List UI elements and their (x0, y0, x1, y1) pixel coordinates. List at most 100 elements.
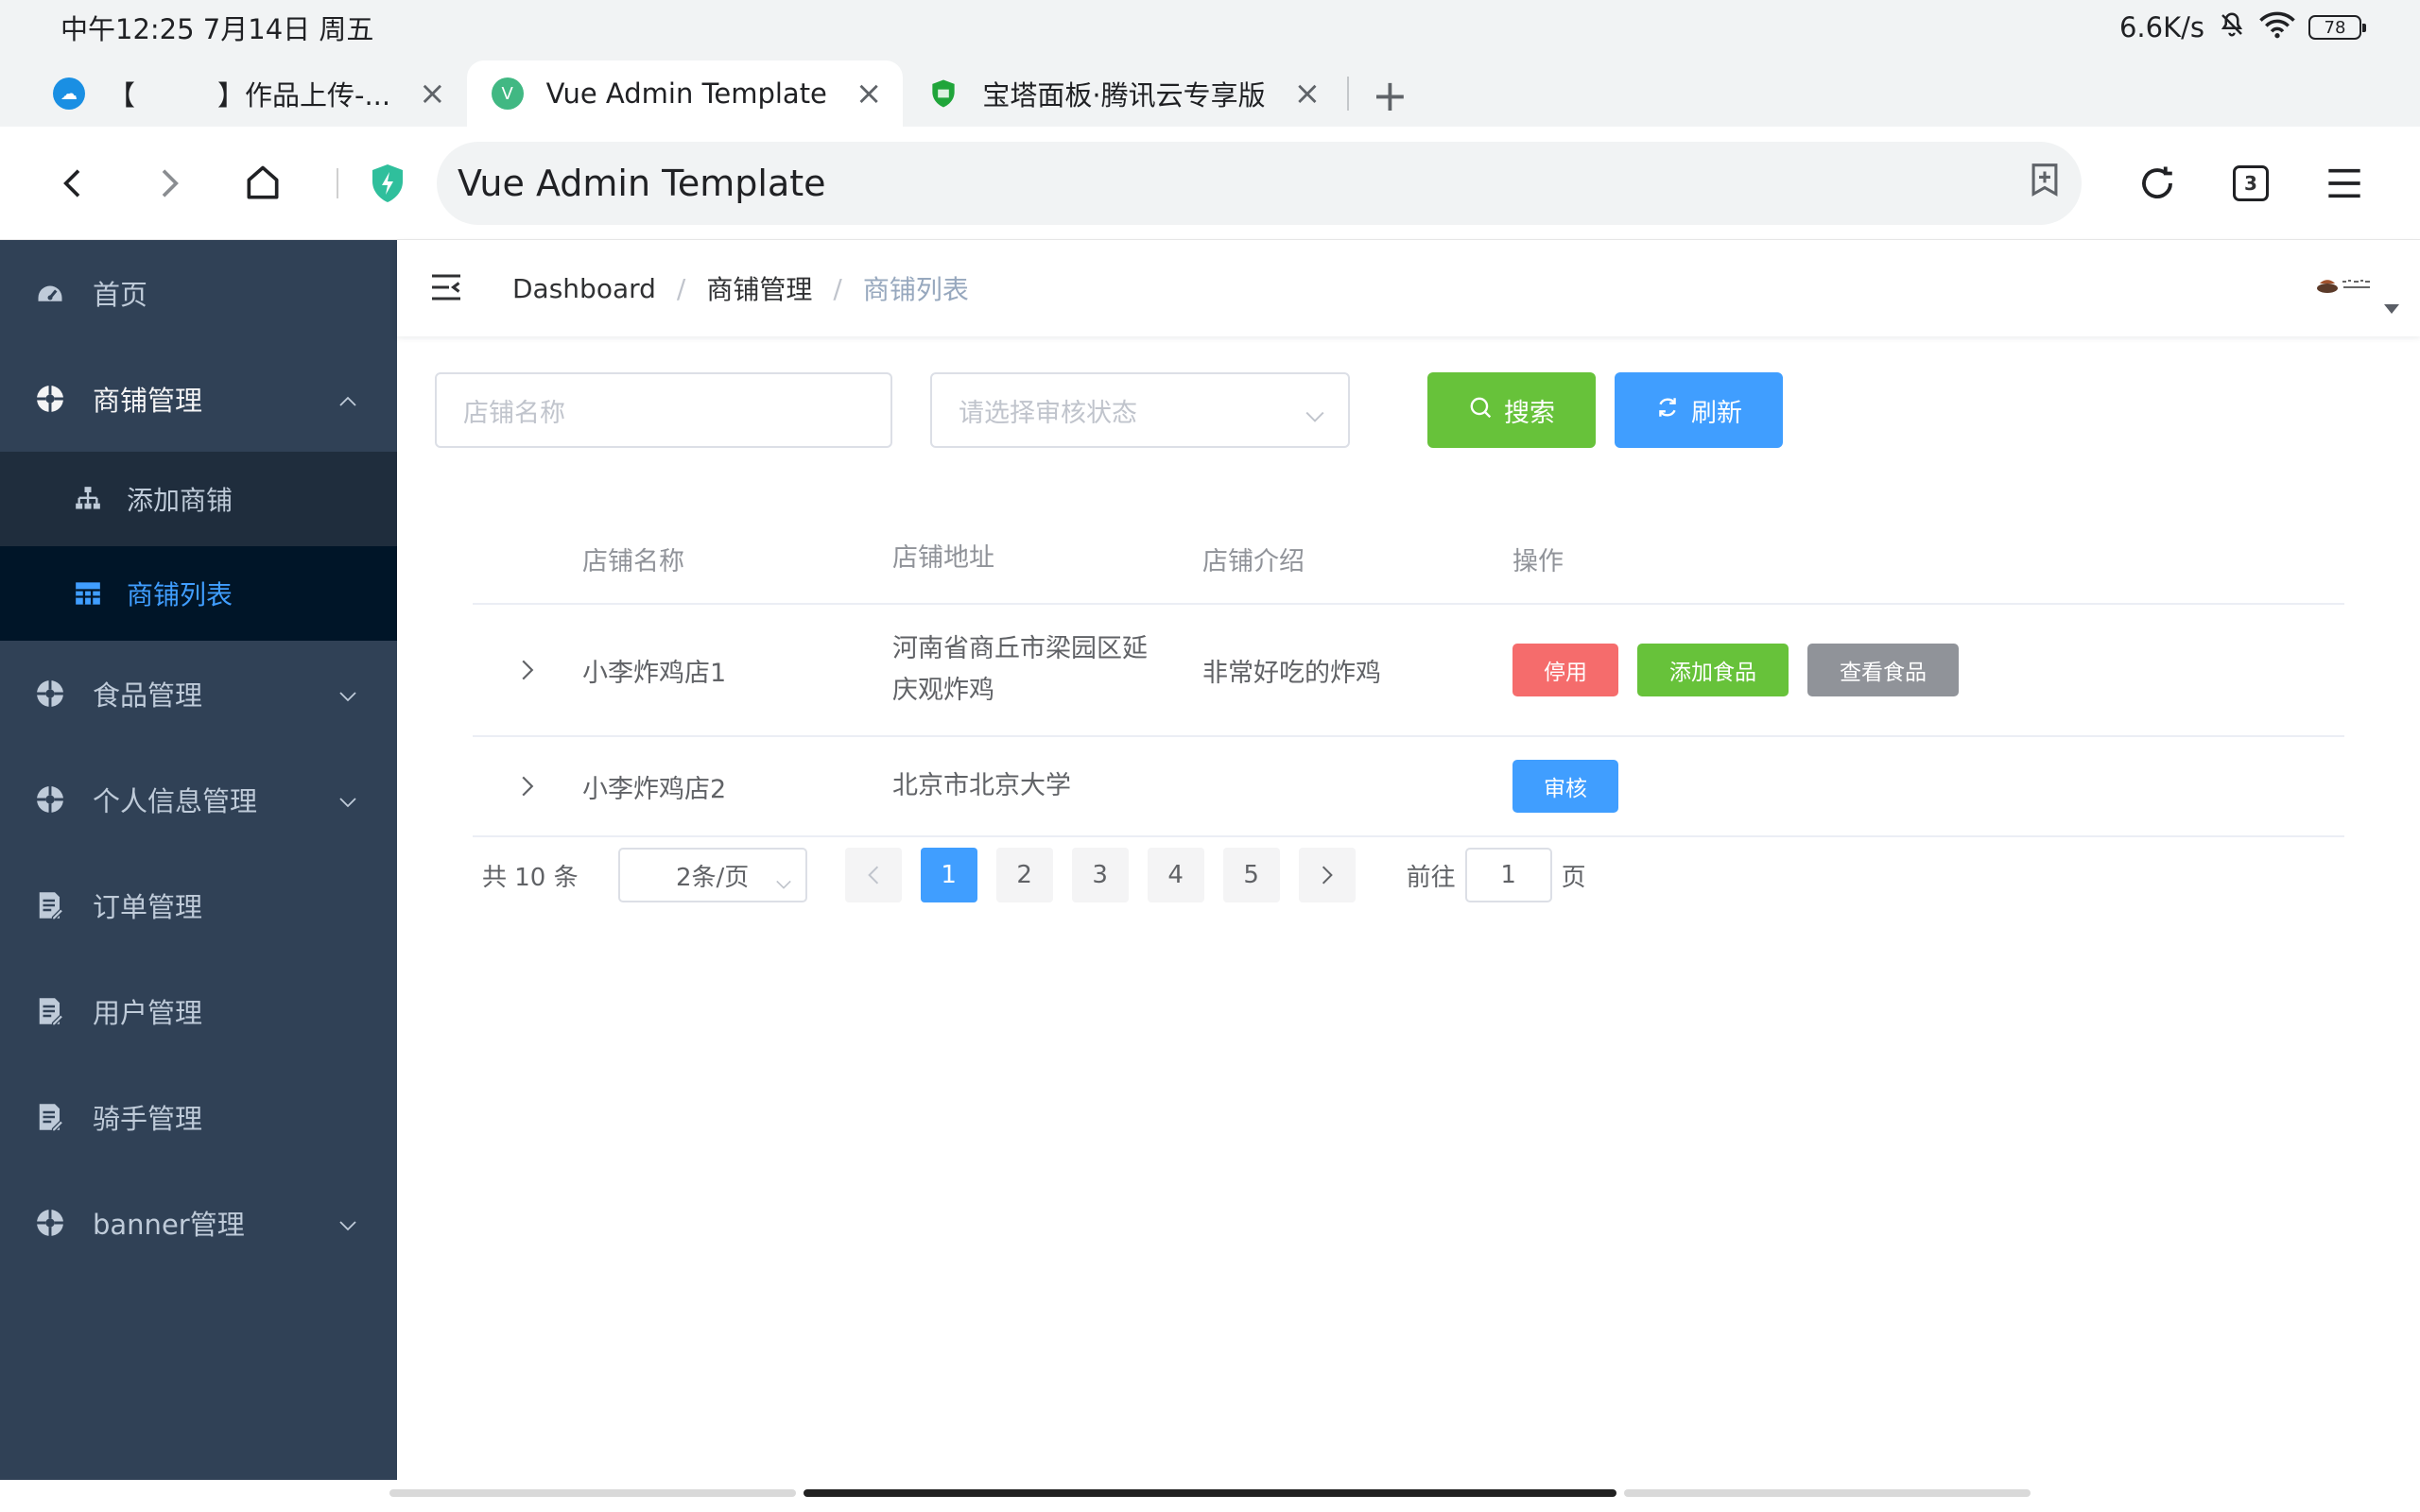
page-number[interactable]: 3 (1071, 848, 1129, 902)
breadcrumb: Dashboard / 商铺管理 / 商铺列表 (512, 269, 969, 307)
page-number[interactable]: 1 (920, 848, 977, 902)
menu-icon[interactable] (2322, 161, 2367, 206)
sidebar-item-profile-management[interactable]: 个人信息管理 (0, 747, 397, 852)
reload-button[interactable] (2135, 161, 2180, 206)
column-header: 操作 (1512, 546, 1564, 576)
shop-name-input[interactable]: 店铺名称 (435, 372, 892, 448)
cell-shop-name: 小李炸鸡店2 (582, 774, 727, 804)
avatar[interactable] (2314, 276, 2375, 295)
top-navbar: Dashboard / 商铺管理 / 商铺列表 (397, 240, 2420, 336)
page-jumper: 前往 1 页 (1407, 848, 1586, 902)
disable-button[interactable]: 停用 (1512, 644, 1618, 696)
tab-switcher-button[interactable]: 3 (2228, 161, 2273, 206)
search-icon (1468, 395, 1493, 426)
sidebar-item-home[interactable]: 首页 (0, 240, 397, 346)
browser-toolbar: Vue Admin Template 3 (0, 127, 2420, 240)
sidebar-item-rider-management[interactable]: 骑手管理 (0, 1064, 397, 1170)
wifi-icon (2259, 10, 2295, 45)
battery-icon: 78 (2308, 15, 2366, 40)
form-icon (34, 889, 66, 921)
table-header: 店铺名称 店铺地址 店铺介绍 操作 (473, 514, 2344, 605)
chevron-down-icon (775, 868, 792, 897)
home-gesture-indicator[interactable] (804, 1489, 1616, 1497)
forward-button[interactable] (146, 161, 191, 206)
browser-tab-2[interactable]: V Vue Admin Template × (466, 60, 904, 127)
breadcrumb-shop-management[interactable]: 商铺管理 (706, 269, 812, 307)
security-shield-icon[interactable] (365, 161, 410, 206)
table-row: 小李炸鸡店2 北京市北京大学 审核 (473, 737, 2344, 837)
form-icon (34, 995, 66, 1027)
sidebar-item-shop-management[interactable]: 商铺管理 (0, 346, 397, 452)
new-tab-button[interactable]: + (1372, 74, 1409, 117)
chevron-down-icon (338, 783, 357, 816)
user-avatar-dropdown[interactable] (2314, 276, 2399, 314)
prev-page-button[interactable] (844, 848, 902, 902)
table-row: 小李炸鸡店1 河南省商丘市梁园区延庆观炸鸡 非常好吃的炸鸡 停用 添加食品 查看… (473, 605, 2344, 737)
tab-count: 3 (2233, 165, 2269, 201)
tab-title: 【 】作品上传-... (108, 79, 391, 112)
page-number[interactable]: 5 (1222, 848, 1280, 902)
cell-shop-intro: 非常好吃的炸鸡 (1202, 658, 1381, 688)
audit-status-select[interactable]: 请选择审核状态 (930, 372, 1350, 448)
dashboard-icon (34, 277, 66, 309)
column-header: 店铺介绍 (1202, 546, 1305, 576)
recent-app-indicator (1624, 1489, 2031, 1497)
goto-prefix: 前往 (1406, 863, 1456, 892)
shop-submenu: 添加商铺 商铺列表 (0, 452, 397, 641)
page-number[interactable]: 2 (995, 848, 1053, 902)
column-header: 店铺名称 (582, 546, 684, 576)
sidebar-item-label: 商铺列表 (127, 579, 233, 610)
audit-button[interactable]: 审核 (1512, 760, 1618, 813)
chevron-up-icon (338, 383, 357, 415)
goto-page-input[interactable]: 1 (1464, 848, 1552, 902)
sidebar-item-label: 首页 (93, 279, 148, 311)
column-header: 店铺地址 (892, 543, 994, 573)
browser-tab-1[interactable]: ☁ 【 】作品上传-... × (28, 60, 467, 127)
refresh-icon (1655, 395, 1680, 426)
sidebar-item-shop-list[interactable]: 商铺列表 (0, 546, 397, 641)
browser-tab-strip: ☁ 【 】作品上传-... × V Vue Admin Template × 宝… (0, 55, 2420, 127)
close-icon[interactable]: × (856, 77, 883, 110)
system-status-bar: 中午12:25 7月14日 周五 6.6K/s 78 (0, 0, 2420, 55)
pagination: 共 10 条 2条/页 1 2 3 4 5 前往 1 页 (482, 847, 1586, 903)
search-button[interactable]: 搜索 (1427, 372, 1596, 448)
sidebar-item-add-shop[interactable]: 添加商铺 (0, 452, 397, 546)
tab-title: Vue Admin Template (545, 77, 827, 110)
chevron-down-icon (338, 1207, 357, 1239)
add-food-button[interactable]: 添加食品 (1637, 644, 1789, 696)
sidebar-item-order-management[interactable]: 订单管理 (0, 852, 397, 958)
refresh-button[interactable]: 刷新 (1615, 372, 1783, 448)
hamburger-icon[interactable] (429, 270, 465, 306)
filter-bar: 店铺名称 请选择审核状态 搜索 刷新 (435, 372, 2401, 448)
sidebar-item-user-management[interactable]: 用户管理 (0, 958, 397, 1064)
component-icon (34, 783, 66, 816)
expand-row-button[interactable] (473, 659, 582, 681)
home-button[interactable] (240, 161, 285, 206)
close-icon[interactable]: × (419, 77, 446, 110)
address-bar[interactable]: Vue Admin Template (437, 142, 2082, 225)
table-icon (74, 579, 102, 608)
sidebar-item-label: 个人信息管理 (93, 785, 258, 817)
search-label: 搜索 (1504, 398, 1555, 428)
mute-icon (2218, 10, 2246, 45)
sidebar-item-label: 食品管理 (93, 679, 203, 712)
page-number[interactable]: 4 (1147, 848, 1204, 902)
browser-tab-3[interactable]: 宝塔面板·腾讯云专享版 × (903, 60, 1341, 127)
sidebar-item-label: banner管理 (93, 1209, 245, 1241)
back-button[interactable] (51, 161, 96, 206)
sidebar-item-banner-management[interactable]: banner管理 (0, 1170, 397, 1276)
breadcrumb-dashboard[interactable]: Dashboard (512, 273, 656, 304)
add-bookmark-icon[interactable] (2029, 162, 2061, 206)
page-size-select[interactable]: 2条/页 (617, 848, 807, 902)
caret-down-icon[interactable] (2384, 304, 2399, 314)
next-page-button[interactable] (1298, 848, 1356, 902)
view-food-button[interactable]: 查看食品 (1807, 644, 1959, 696)
expand-row-button[interactable] (473, 775, 582, 798)
recent-app-indicator (389, 1489, 796, 1497)
close-icon[interactable]: × (1294, 77, 1322, 110)
toolbar-divider (337, 168, 338, 198)
breadcrumb-shop-list: 商铺列表 (862, 274, 969, 305)
vue-icon: V (491, 77, 524, 110)
sidebar-item-food-management[interactable]: 食品管理 (0, 641, 397, 747)
sidebar-item-label: 用户管理 (93, 997, 203, 1029)
